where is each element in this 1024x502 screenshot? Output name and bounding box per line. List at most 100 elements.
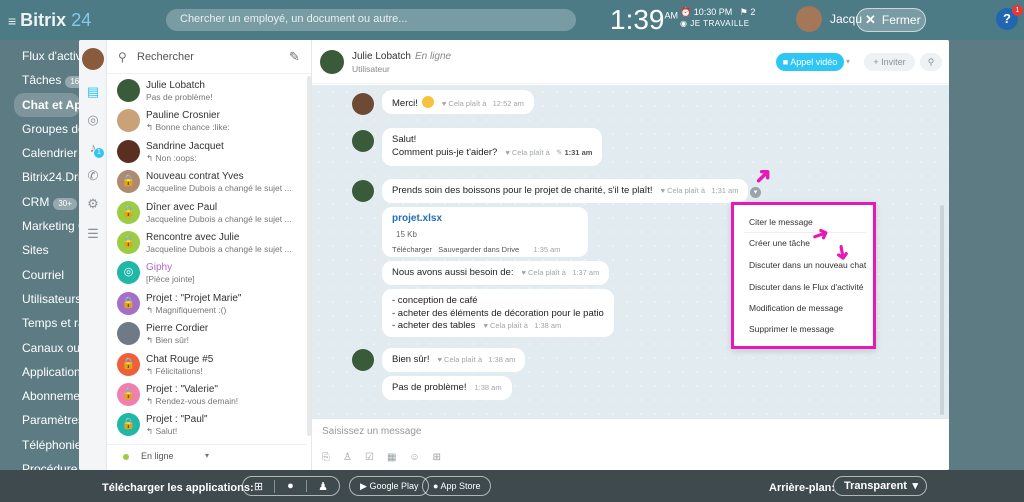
like-label[interactable]: Cela plaît à [490,321,528,330]
like-icon[interactable]: ♥ [442,99,446,108]
file-name[interactable]: projet.xlsx [392,213,578,226]
google-play-button[interactable]: ▶ Google Play [349,476,430,496]
menu-item-activity-stream[interactable]: Discuter dans le Flux d'activité [749,282,864,292]
message-scrollbar[interactable] [940,205,944,415]
message-bubble[interactable]: Merci! ♥ Cela plaît à 12:52 am [382,90,534,114]
like-label[interactable]: Cela plaît à [448,99,486,108]
message-bubble[interactable]: - conception de café - acheter des éléme… [382,289,614,337]
chat-list-item[interactable]: 🔒 Dîner avec Paul Jacqueline Dubois a chan… [107,198,307,228]
menu-item-create-task[interactable]: Créer une tâche [749,238,810,248]
nav-item[interactable]: Chat et Appels [14,92,80,117]
calendar-icon[interactable]: ▦ [387,452,396,463]
nav-item[interactable]: CRM 30+ [0,190,80,214]
download-link[interactable]: Télécharger [392,245,432,254]
apple-icon[interactable]: ● [275,480,307,492]
emoji-icon[interactable]: ☺ [409,452,419,463]
contact-name[interactable]: Julie Lobatch En ligne [352,51,451,62]
app-logo[interactable]: ≡ Bitrix 24 [8,10,91,31]
like-icon[interactable]: ♥ [438,355,442,364]
work-status[interactable]: ⏰ 10:30 PM ⚑ 2 ◉ JE TRAVAILLE [680,6,755,30]
menu-item-edit[interactable]: Modification de message [749,303,843,313]
chat-list-item[interactable]: Sandrine Jacquet ↰ Non :oops: [107,137,307,167]
user-avatar[interactable] [796,6,822,32]
save-to-drive-link[interactable]: Sauvegarder dans Drive [438,245,519,254]
chat-list-item[interactable]: Pauline Crosnier ↰ Bonne chance :like: [107,106,307,136]
like-label[interactable]: Cela plaît à [444,355,482,364]
nav-item[interactable]: Flux d'activité [0,44,80,68]
message-bubble[interactable]: Nous avons aussi besoin de: ♥ Cela plaît … [382,261,610,285]
menu-icon[interactable]: ≡ [8,13,16,29]
app-store-button[interactable]: ● App Store [422,476,492,496]
message-input[interactable]: Saisissez un message [322,426,422,437]
sender-avatar[interactable] [352,130,374,152]
menu-item-new-chat[interactable]: Discuter dans un nouveau chat [749,260,866,270]
windows-icon[interactable]: ⊞ [243,479,275,493]
invite-button[interactable]: + Inviter [864,53,915,71]
nav-item[interactable]: Bitrix24.Drive [0,165,80,189]
openlines-icon[interactable]: ◎ [85,112,101,128]
recent-scrollbar[interactable] [307,76,311,436]
attach-icon[interactable]: ⎘ [322,452,330,463]
chat-list-item[interactable]: 🔒 Rencontre avec Julie Jacqueline Dubois a… [107,228,307,258]
dialog-search-icon[interactable]: ⚲ [920,53,942,71]
nav-item[interactable]: Paramètres [0,408,80,432]
chat-list-item[interactable]: 🔒 Projet : "Projet Marie" ↰ Magnifiquement… [107,289,307,319]
chat-list-item[interactable]: ◎ Giphy [Pièce jointe] [107,258,307,288]
linux-icon[interactable]: ♟ [307,480,339,493]
global-search-input[interactable]: Chercher un employé, un document ou autr… [166,9,576,31]
nav-item[interactable]: Temps et rapports [0,311,80,335]
nav-item[interactable]: Marketing Commercial [0,214,80,238]
sender-avatar[interactable] [352,93,374,115]
nav-item[interactable]: Tâches 16 [0,68,80,92]
message-bubble-selected[interactable]: Prends soin des boissons pour le projet … [382,179,749,203]
like-label[interactable]: Cela plaît à [528,268,566,277]
recent-search[interactable]: ⚲ Rechercher ✎ [107,40,311,74]
video-call-button[interactable]: ■ Appel vidéo [776,53,844,71]
nav-item[interactable]: Courriel [0,263,80,287]
compose-icon[interactable]: ✎ [289,49,300,65]
chat-list-item[interactable]: 🔒 Projet : "Paul" ↰ Salut! [107,410,307,440]
like-label[interactable]: Cela plaît à [512,148,550,157]
send-file-icon[interactable]: ⊞ [433,452,441,463]
nav-item[interactable]: Calendrier [0,141,80,165]
chat-list-item[interactable]: 🔒 Projet : "Valerie" ↰ Rendez-vous demain! [107,380,307,410]
video-call-menu-icon[interactable]: ▾ [846,53,858,71]
message-menu-icon[interactable]: ▾ [750,187,761,198]
task-icon[interactable]: ☑ [365,452,374,463]
message-bubble[interactable]: Pas de problème! 1:38 am [382,376,512,400]
nav-item[interactable]: Applications [0,360,80,384]
history-icon[interactable]: ☰ [85,226,101,242]
settings-icon[interactable]: ⚙ [85,196,101,212]
like-label[interactable]: Cela plaît à [667,186,705,195]
nav-item[interactable]: Abonnement [0,384,80,408]
sender-avatar[interactable] [352,349,374,371]
chat-list-item[interactable]: 🔒 Chat Rouge #5 ↰ Félicitations! [107,350,307,380]
menu-item-quote[interactable]: Citer le message [749,217,813,227]
nav-item[interactable]: Téléphonie [0,433,80,457]
nav-item[interactable]: Canaux ouverts [0,336,80,360]
like-icon[interactable]: ♥ [483,321,487,330]
menu-item-delete[interactable]: Supprimer le message [749,324,834,334]
contact-icon[interactable]: ♙ [343,452,352,463]
my-avatar[interactable] [82,48,104,70]
phone-icon[interactable]: ✆ [85,168,101,184]
recent-search-input[interactable]: Rechercher [137,51,194,63]
like-icon[interactable]: ♥ [521,268,525,277]
nav-item[interactable]: Utilisateurs [0,287,80,311]
close-button[interactable]: ✕ Fermer [856,8,926,32]
file-message[interactable]: projet.xlsx 15 Kb Télécharger Sauvegarde… [382,207,588,257]
contact-avatar[interactable] [320,50,344,74]
background-select[interactable]: Transparent ▾ [833,476,927,496]
nav-item[interactable]: Sites [0,238,80,262]
online-status-selector[interactable]: En ligne ▾ [107,444,307,466]
message-bubble[interactable]: Bien sûr! ♥ Cela plaît à 1:38 am [382,348,526,372]
chat-list-item[interactable]: Pierre Cordier ↰ Bien sûr! [107,319,307,349]
chat-list-item[interactable]: Julie Lobatch Pas de problème! [107,76,307,106]
like-icon[interactable]: ♥ [661,186,665,195]
chat-icon[interactable]: ▤ [85,84,101,100]
message-bubble[interactable]: Salut! Comment puis-je t'aider? ♥ Cela pla… [382,128,603,166]
chat-list-item[interactable]: 🔒 Nouveau contrat Yves Jacqueline Dubois a… [107,167,307,197]
nav-item[interactable]: Groupes de travail [0,117,80,141]
sender-avatar[interactable] [352,180,374,202]
like-icon[interactable]: ♥ [505,148,509,157]
